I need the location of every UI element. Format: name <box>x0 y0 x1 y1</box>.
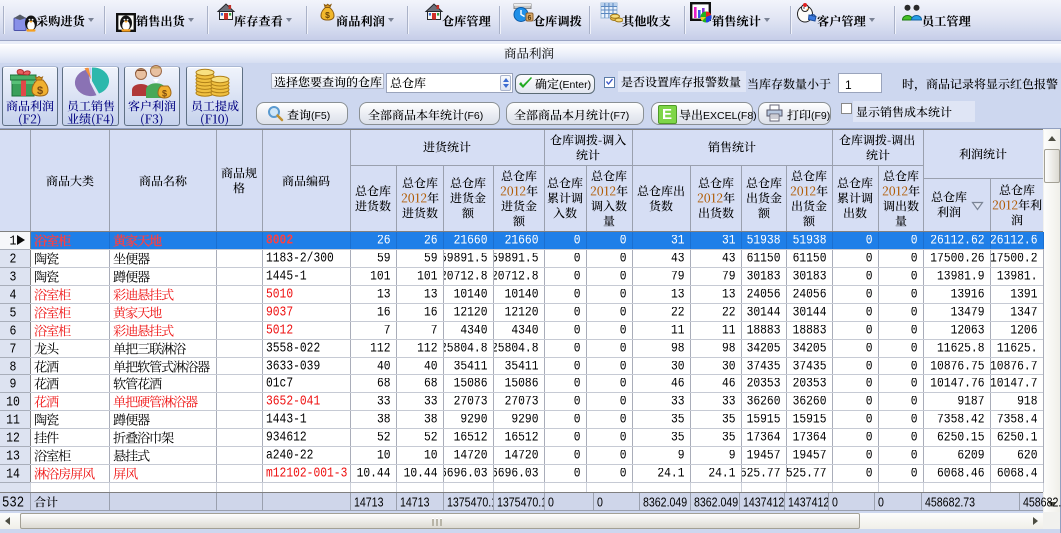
svg-text:$: $ <box>162 89 167 99</box>
svg-text:$: $ <box>37 85 43 97</box>
svg-text:$: $ <box>325 10 330 20</box>
svg-text:6: 6 <box>528 15 532 22</box>
